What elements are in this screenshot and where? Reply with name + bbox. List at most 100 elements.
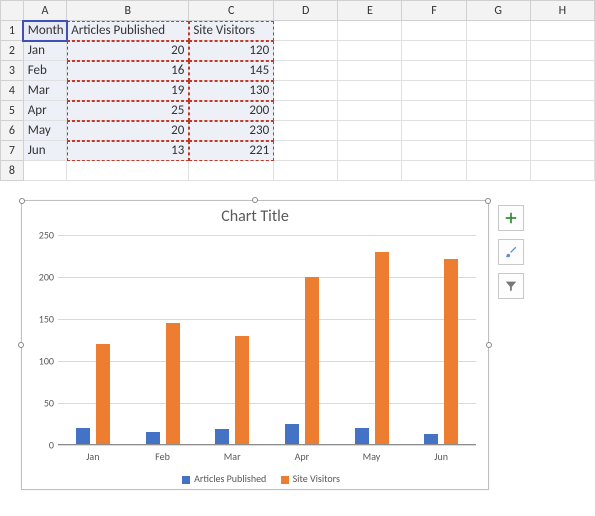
bar[interactable] (444, 259, 458, 445)
col-header[interactable]: A (23, 1, 66, 21)
cell[interactable] (338, 81, 402, 101)
chart-elements-button[interactable] (498, 205, 524, 231)
bar[interactable] (235, 336, 249, 445)
cell[interactable]: 25 (67, 101, 189, 121)
cell[interactable] (530, 41, 594, 61)
cell[interactable] (338, 121, 402, 141)
cell[interactable]: Mar (23, 81, 66, 101)
resize-handle[interactable] (18, 342, 24, 348)
bar[interactable] (375, 252, 389, 445)
col-header[interactable]: F (402, 1, 466, 21)
row-header[interactable]: 7 (1, 141, 24, 161)
col-header[interactable]: G (466, 1, 530, 21)
row-header[interactable]: 6 (1, 121, 24, 141)
row-header[interactable]: 4 (1, 81, 24, 101)
cell[interactable] (274, 41, 338, 61)
cell[interactable]: 20 (67, 121, 189, 141)
cell[interactable] (466, 61, 530, 81)
cell[interactable] (189, 161, 274, 181)
cell[interactable] (402, 61, 466, 81)
cell[interactable] (530, 81, 594, 101)
cell[interactable]: Month (23, 21, 66, 41)
chart-styles-button[interactable] (498, 239, 524, 265)
row-header[interactable]: 5 (1, 101, 24, 121)
cell[interactable]: Apr (23, 101, 66, 121)
corner-cell[interactable] (1, 1, 24, 21)
bar[interactable] (215, 429, 229, 445)
cell[interactable] (274, 61, 338, 81)
cell[interactable] (530, 101, 594, 121)
cell[interactable] (530, 21, 594, 41)
cell[interactable] (402, 161, 466, 181)
cell[interactable]: Jun (23, 141, 66, 161)
bar[interactable] (166, 323, 180, 445)
cell[interactable] (402, 141, 466, 161)
chart-title[interactable]: Chart Title (22, 201, 488, 228)
plot-area[interactable]: 050100150200250 (58, 235, 476, 445)
cell[interactable]: Feb (23, 61, 66, 81)
row-header[interactable]: 1 (1, 21, 24, 41)
cell[interactable] (530, 121, 594, 141)
row-header[interactable]: 8 (1, 161, 24, 181)
bar[interactable] (305, 277, 319, 445)
cell[interactable]: 120 (189, 41, 274, 61)
cell[interactable] (466, 21, 530, 41)
cell[interactable]: 13 (67, 141, 189, 161)
row-header[interactable]: 3 (1, 61, 24, 81)
cell[interactable] (338, 61, 402, 81)
cell[interactable]: 230 (189, 121, 274, 141)
resize-handle[interactable] (252, 197, 258, 203)
cell[interactable] (402, 41, 466, 61)
bar[interactable] (285, 424, 299, 445)
cell[interactable] (274, 101, 338, 121)
cell[interactable] (466, 101, 530, 121)
cell[interactable] (274, 141, 338, 161)
bar[interactable] (355, 428, 369, 445)
cell[interactable] (274, 161, 338, 181)
cell[interactable] (274, 21, 338, 41)
cell[interactable]: 20 (67, 41, 189, 61)
bar[interactable] (146, 432, 160, 445)
cell[interactable]: 130 (189, 81, 274, 101)
bar[interactable] (96, 344, 110, 445)
cell[interactable] (338, 101, 402, 121)
cell[interactable] (402, 21, 466, 41)
cell[interactable] (338, 21, 402, 41)
bar[interactable] (76, 428, 90, 445)
col-header[interactable]: C (189, 1, 274, 21)
resize-handle[interactable] (485, 198, 491, 204)
cell[interactable] (402, 121, 466, 141)
col-header[interactable]: D (274, 1, 338, 21)
cell[interactable]: 145 (189, 61, 274, 81)
chart-object[interactable]: Chart Title 050100150200250 JanFebMarApr… (21, 200, 489, 490)
cell[interactable]: 221 (189, 141, 274, 161)
row-header[interactable]: 2 (1, 41, 24, 61)
cell[interactable] (530, 141, 594, 161)
cell[interactable]: 200 (189, 101, 274, 121)
cell[interactable] (466, 141, 530, 161)
col-header[interactable]: E (338, 1, 402, 21)
cell[interactable] (530, 161, 594, 181)
cell[interactable] (23, 161, 66, 181)
cell[interactable] (338, 41, 402, 61)
cell[interactable] (402, 81, 466, 101)
legend[interactable]: Articles Published Site Visitors (22, 472, 488, 485)
cell[interactable]: May (23, 121, 66, 141)
cell[interactable]: Site Visitors (189, 21, 274, 41)
cell[interactable] (466, 81, 530, 101)
cell[interactable] (466, 41, 530, 61)
cell[interactable] (67, 161, 189, 181)
cell[interactable] (338, 141, 402, 161)
cell[interactable] (466, 121, 530, 141)
resize-handle[interactable] (19, 198, 25, 204)
grid-table[interactable]: A B C D E F G H 1 Month Articles Publish… (0, 0, 595, 181)
col-header[interactable]: B (67, 1, 189, 21)
cell[interactable] (402, 101, 466, 121)
cell[interactable]: Jan (23, 41, 66, 61)
cell[interactable] (274, 81, 338, 101)
cell[interactable] (466, 161, 530, 181)
cell[interactable]: 19 (67, 81, 189, 101)
chart-filters-button[interactable] (498, 273, 524, 299)
cell[interactable] (530, 61, 594, 81)
resize-handle[interactable] (486, 342, 492, 348)
